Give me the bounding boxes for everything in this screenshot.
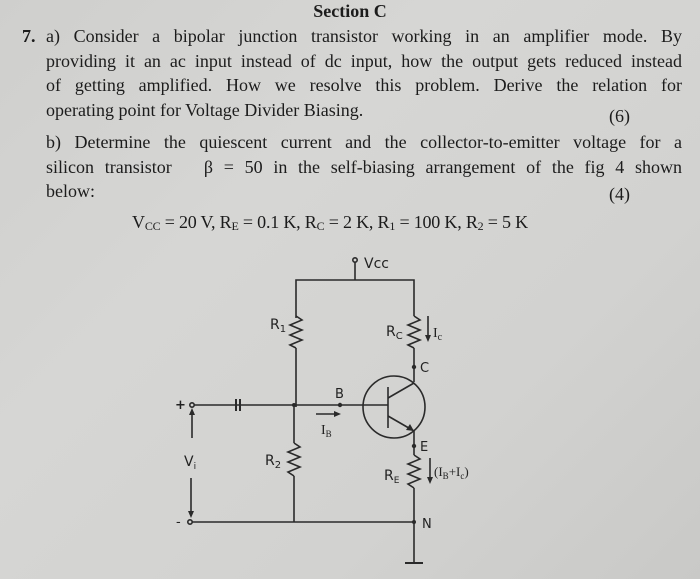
r2-label: R2 <box>265 453 281 471</box>
ic-arrowhead <box>425 335 431 342</box>
node-n-label: N <box>422 517 432 532</box>
node-b-label: B <box>335 387 344 402</box>
node-c-dot <box>411 364 417 370</box>
vi-arrowhead-up <box>189 408 195 415</box>
node-e-dot <box>411 443 417 449</box>
transistor-collector-lead <box>387 382 415 399</box>
ie-label: (IB+Ic) <box>434 464 469 481</box>
transistor-body <box>362 375 426 439</box>
vi-label: Vi <box>184 454 196 472</box>
r1-label: R1 <box>270 317 286 335</box>
node-c-label: C <box>420 361 429 376</box>
re-resistor <box>405 454 423 489</box>
rc-resistor <box>405 315 423 349</box>
ib-label: IB <box>321 423 332 439</box>
plus-label: + <box>175 398 186 413</box>
ib-arrowhead <box>334 411 341 417</box>
r1-resistor <box>287 315 305 349</box>
node-n-dot <box>412 520 416 524</box>
minus-label: - <box>176 515 181 530</box>
vi-arrowhead-down <box>188 511 194 518</box>
top-rail-wire <box>295 279 415 318</box>
junction-dot <box>292 403 296 407</box>
exam-page: Section C 7. a) Consider a bipolar junct… <box>0 0 700 579</box>
node-e-label: E <box>420 440 428 455</box>
vcc-terminal <box>351 256 358 263</box>
rc-label: RC <box>386 324 403 342</box>
re-label: RE <box>384 468 400 486</box>
circuit-diagram: Vcc R1 RC Ic C B IB E R2 RE (IB+Ic) N Vi… <box>175 256 469 564</box>
input-minus-terminal <box>187 518 194 525</box>
ic-label: Ic <box>433 326 443 343</box>
vcc-label: Vcc <box>364 256 389 272</box>
r2-resistor <box>285 442 303 477</box>
input-plus-terminal <box>189 401 196 408</box>
node-b-dot <box>337 402 343 408</box>
ie-arrowhead <box>427 477 433 484</box>
